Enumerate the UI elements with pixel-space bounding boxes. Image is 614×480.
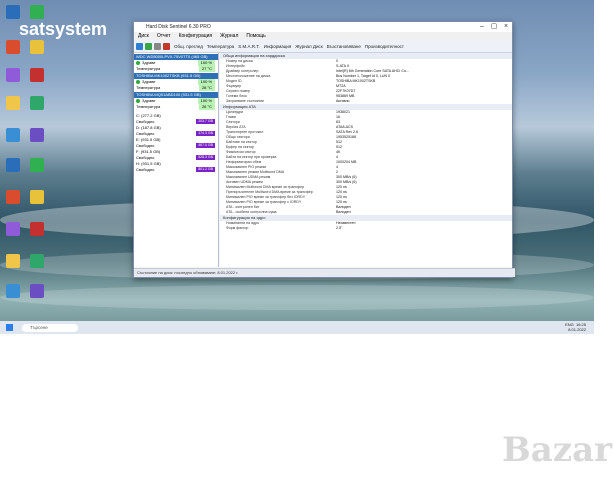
taskbar: Търсене ENG 16:25 8.01.2022	[0, 321, 594, 334]
tab-disk-log[interactable]: Журнал Диск	[295, 44, 322, 49]
info-list: Номинални на ядро Неизвестен Форм фактор 2.…	[220, 221, 512, 231]
taskbar-search[interactable]: Търсене	[22, 323, 78, 332]
settings-icon[interactable]	[154, 42, 161, 50]
info-row: Форм фактор 2.5"	[220, 226, 512, 231]
menu-item[interactable]: Конфигурация	[179, 32, 213, 40]
report-icon[interactable]	[163, 42, 170, 50]
tab-temperature[interactable]: Температура	[207, 44, 234, 49]
status-bar: Състояние на диск: последно обновяване: …	[134, 268, 515, 277]
desktop-icon[interactable]	[6, 190, 20, 204]
start-icon[interactable]	[6, 324, 13, 331]
menu-item[interactable]: Диск	[138, 32, 149, 40]
info-list: Цилиндри 1938021 Глави 16 Сектори 63 Версия AT…	[220, 110, 512, 215]
refresh-icon[interactable]	[136, 42, 143, 50]
temp-row: Температура 27 °C	[134, 66, 218, 72]
free-space-bar: 528.3 GB	[196, 155, 215, 160]
toolbar: Общ. преглед Температура S.M.A.R.T. Инфо…	[134, 40, 512, 53]
folder-icon[interactable]	[30, 190, 44, 204]
info-key: Форм фактор	[226, 226, 249, 230]
document-icon[interactable]	[6, 284, 20, 298]
status-ok-icon	[136, 80, 140, 84]
desktop-icon[interactable]	[30, 68, 44, 82]
window-title: Hard Disk Sentinel 6.30 PRO	[146, 24, 211, 30]
menu-item[interactable]: Отчет	[157, 32, 171, 40]
recycle-bin-icon[interactable]	[30, 222, 44, 236]
tab-recovery[interactable]: Възстановяване	[327, 44, 361, 49]
tab-performance[interactable]: Производителност	[365, 44, 404, 49]
hdsentinel-window: Hard Disk Sentinel 6.30 PRO – ▢ × Диск О…	[133, 21, 515, 278]
temp-value: 27 °C	[198, 66, 215, 72]
wave-decor	[0, 285, 594, 310]
desktop: satsystem Hard Disk Sentinel 6.30 PRO – …	[0, 0, 594, 334]
info-value: 1000204 MB	[336, 160, 357, 164]
tab-smart[interactable]: S.M.A.R.T.	[238, 44, 260, 49]
document-icon[interactable]	[30, 254, 44, 268]
status-ok-icon	[136, 61, 140, 65]
info-value: 2.5"	[336, 226, 343, 230]
desktop-icon[interactable]	[6, 68, 20, 82]
desktop-icon[interactable]	[6, 5, 20, 19]
status-ok-icon	[136, 99, 140, 103]
menu-item[interactable]: Журнал	[220, 32, 238, 40]
free-space-bar: 203.7 GB	[196, 119, 215, 124]
desktop-icon[interactable]	[30, 128, 44, 142]
system-tray: ENG 16:25 8.01.2022	[565, 322, 586, 332]
tab-information[interactable]: Информация	[264, 44, 292, 49]
clock-date[interactable]: 8.01.2022	[568, 327, 586, 332]
minimize-icon[interactable]: –	[476, 22, 488, 32]
folder-icon[interactable]	[30, 158, 44, 172]
desktop-icon[interactable]	[6, 158, 20, 172]
temp-value: 26 °C	[198, 104, 215, 110]
desktop-icon[interactable]	[6, 222, 20, 236]
save-icon[interactable]	[145, 42, 152, 50]
tab-overview[interactable]: Общ. преглед	[174, 44, 203, 49]
maximize-icon[interactable]: ▢	[488, 22, 500, 32]
desktop-icon[interactable]	[6, 128, 20, 142]
free-space-bar: 801.2 GB	[196, 167, 215, 172]
free-space-bar: 467.0 GB	[196, 143, 215, 148]
temp-row: Температура 28 °C	[134, 85, 218, 91]
menu-bar: Диск Отчет Конфигурация Журнал Помощь	[134, 32, 512, 40]
bazar-logo: Bazar	[502, 430, 613, 470]
free-space-bar: 174.3 GB	[196, 131, 215, 136]
desktop-icon[interactable]	[6, 96, 20, 110]
menu-item[interactable]: Помощь	[246, 32, 265, 40]
disk-list-panel: WDC WD5000LPVX-75V0TT0 (465 GB) Здраве 10…	[134, 53, 219, 267]
window-titlebar[interactable]: Hard Disk Sentinel 6.30 PRO – ▢ ×	[134, 22, 512, 32]
info-list: Номер на диска 0 Интерфейс S-ATA II Драйвер …	[220, 59, 512, 104]
desktop-icon[interactable]	[6, 40, 20, 54]
info-value: Валиден	[336, 210, 351, 214]
folder-icon[interactable]	[30, 96, 44, 110]
info-value: Активно	[336, 99, 350, 103]
close-icon[interactable]: ×	[500, 22, 512, 32]
temp-value: 28 °C	[198, 85, 215, 91]
viber-icon[interactable]	[30, 284, 44, 298]
desktop-icon[interactable]	[6, 254, 20, 268]
info-panel: Обща информация на харддиска Номер на ди…	[220, 53, 512, 267]
desktop-icon[interactable]	[30, 5, 44, 19]
desktop-icon[interactable]	[30, 40, 44, 54]
watermark-text: satsystem	[19, 19, 108, 39]
partition-free-row: Свободно 801.2 GB	[136, 167, 215, 172]
